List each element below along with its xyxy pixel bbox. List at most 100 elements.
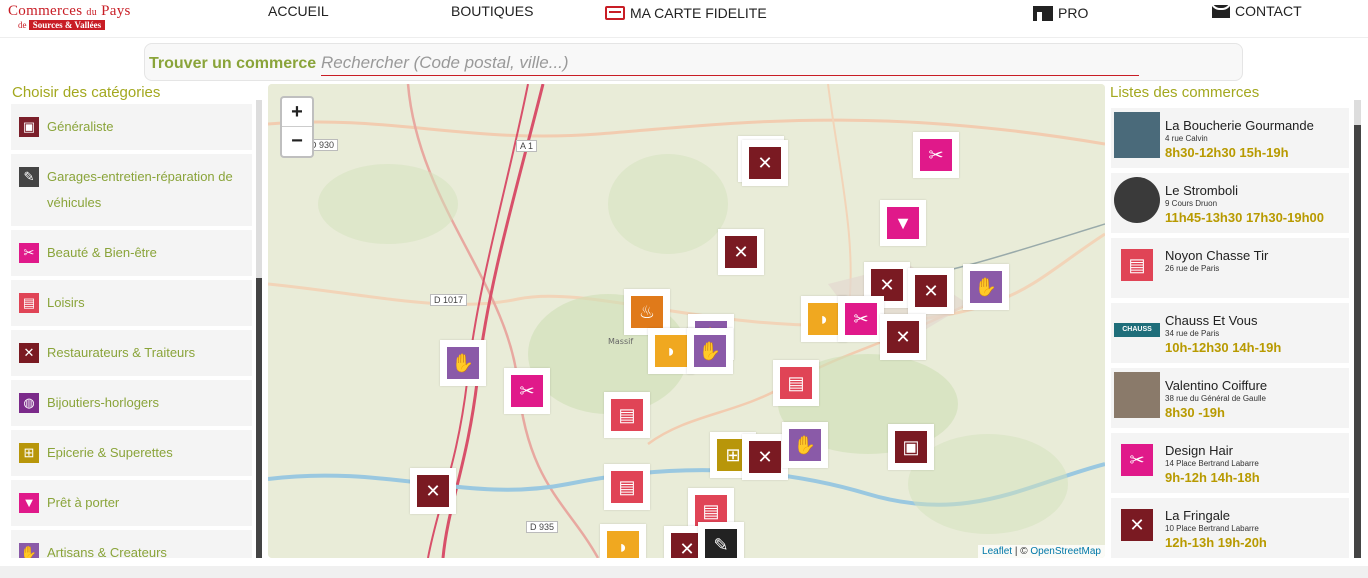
map-marker[interactable]: ✋ <box>963 264 1009 310</box>
map-marker[interactable]: ▤ <box>773 360 819 406</box>
nav-accueil[interactable]: ACCUEIL <box>268 3 329 19</box>
category-item[interactable]: ✋ Artisans & Createurs <box>11 530 252 558</box>
map-marker[interactable]: ▤ <box>604 464 650 510</box>
road-label-d1017: D 1017 <box>430 294 468 306</box>
bread-icon: ◗ <box>607 531 639 558</box>
scrollbar-thumb[interactable] <box>1354 100 1361 125</box>
osm-link[interactable]: OpenStreetMap <box>1030 546 1101 557</box>
hand-icon: ✋ <box>447 347 479 379</box>
cutlery-icon: ✕ <box>749 441 781 473</box>
shop-hours: 8h30 -19h <box>1165 405 1225 420</box>
cutlery-icon: ✕ <box>19 343 39 363</box>
wrench-icon: ✎ <box>19 167 39 187</box>
shop-item[interactable]: ✂ Design Hair 14 Place Bertrand Labarre 9h-… <box>1111 433 1349 493</box>
leaflet-link[interactable]: Leaflet <box>982 546 1012 557</box>
nav-boutiques[interactable]: BOUTIQUES <box>451 3 533 19</box>
zoom-out-button[interactable]: − <box>282 127 312 156</box>
category-list: ▣ Généraliste ✎ Garages-entretien-réparatio… <box>11 104 252 558</box>
shop-photo <box>1114 177 1160 223</box>
map-marker[interactable]: ✋ <box>440 340 486 386</box>
category-item[interactable]: ✕ Restaurateurs & Traiteurs <box>11 330 252 376</box>
map-marker[interactable]: ✕ <box>908 268 954 314</box>
logo-title: Commerces du Pays <box>8 3 131 19</box>
map-marker[interactable]: ▤ <box>604 392 650 438</box>
shop-item[interactable]: Le Stromboli 9 Cours Druon 11h45-13h30 17h… <box>1111 173 1349 233</box>
site-logo[interactable]: Commerces du Pays de Sources & Vallées <box>8 3 143 33</box>
shop-photo <box>1114 112 1160 158</box>
map-marker[interactable]: ✋ <box>782 422 828 468</box>
shop-item[interactable]: Valentino Coiffure 38 rue du Général de G… <box>1111 368 1349 428</box>
map[interactable]: Massif D 930 A 1 D 1017 D 935 + − ✎✕✂▼✕✕… <box>268 84 1105 558</box>
hand-icon: ✋ <box>694 335 726 367</box>
nav-contact[interactable]: CONTACT <box>1212 3 1302 19</box>
shop-scrollbar[interactable] <box>1354 100 1361 558</box>
shop-item[interactable]: CHAUSS Chauss Et Vous 34 rue de Paris 10h-1… <box>1111 303 1349 363</box>
shop-item[interactable]: La Boucherie Gourmande 4 rue Calvin 8h30-1… <box>1111 108 1349 168</box>
envelope-icon <box>1212 4 1230 18</box>
map-marker[interactable]: ✕ <box>742 140 788 186</box>
map-marker[interactable]: ✕ <box>880 314 926 360</box>
ticket-icon: ▤ <box>611 399 643 431</box>
category-item[interactable]: ⊞ Epicerie & Superettes <box>11 430 252 476</box>
shop-address: 26 rue de Paris <box>1165 264 1220 273</box>
shop-name: La Boucherie Gourmande <box>1165 118 1314 133</box>
scrollbar-thumb[interactable] <box>256 100 262 278</box>
shop-icon <box>1033 5 1053 21</box>
logo-subtitle: de Sources & Vallées <box>18 20 106 30</box>
beer-icon: ♨ <box>631 296 663 328</box>
map-marker[interactable]: ▣ <box>888 424 934 470</box>
map-marker[interactable]: ✋ <box>687 328 733 374</box>
scissors-icon: ✂ <box>845 303 877 335</box>
shop-name: Noyon Chasse Tir <box>1165 248 1269 263</box>
category-item[interactable]: ✂ Beauté & Bien-être <box>11 230 252 276</box>
nav-pro[interactable]: PRO <box>1033 5 1088 21</box>
hand-icon: ✋ <box>970 271 1002 303</box>
bread-icon: ◗ <box>808 303 840 335</box>
map-marker[interactable]: ✂ <box>504 368 550 414</box>
shop-item[interactable]: ✕ La Fringale 10 Place Bertrand Labarre 12h… <box>1111 498 1349 558</box>
nav-carte-fidelite[interactable]: MA CARTE FIDELITE <box>605 5 767 21</box>
map-marker[interactable]: ✂ <box>913 132 959 178</box>
map-marker[interactable]: ✎ <box>698 522 744 558</box>
store-icon: ▣ <box>895 431 927 463</box>
shop-hours: 12h-13h 19h-20h <box>1165 535 1267 550</box>
header: Commerces du Pays de Sources & Vallées A… <box>0 0 1368 38</box>
category-scrollbar[interactable] <box>256 100 262 558</box>
map-marker[interactable]: ◗ <box>600 524 646 558</box>
map-marker[interactable]: ▼ <box>880 200 926 246</box>
ring-icon: ◍ <box>19 393 39 413</box>
ticket-icon: ▤ <box>780 367 812 399</box>
shop-item[interactable]: ▤ Noyon Chasse Tir 26 rue de Paris <box>1111 238 1349 298</box>
scissors-icon: ✂ <box>1114 437 1160 483</box>
search-input[interactable] <box>321 50 1139 76</box>
map-marker[interactable]: ✕ <box>410 468 456 514</box>
category-item[interactable]: ▣ Généraliste <box>11 104 252 150</box>
shop-name: Valentino Coiffure <box>1165 378 1268 393</box>
categories-title: Choisir des catégories <box>12 84 161 101</box>
category-label: Beauté & Bien-être <box>47 245 157 260</box>
cutlery-icon: ✕ <box>1114 502 1160 548</box>
shop-address: 38 rue du Général de Gaulle <box>1165 394 1266 403</box>
shop-address: 34 rue de Paris <box>1165 329 1220 338</box>
category-item[interactable]: ▤ Loisirs <box>11 280 252 326</box>
map-attribution: Leaflet | © OpenStreetMap <box>978 545 1105 558</box>
shop-address: 10 Place Bertrand Labarre <box>1165 524 1259 533</box>
category-item[interactable]: ▼ Prêt à porter <box>11 480 252 526</box>
category-item[interactable]: ✎ Garages-entretien-réparation de véhicul… <box>11 154 252 226</box>
category-label: Prêt à porter <box>47 495 120 510</box>
category-label: Généraliste <box>47 119 114 134</box>
category-label: Loisirs <box>47 295 85 310</box>
place-label: Massif <box>608 337 633 346</box>
zoom-in-button[interactable]: + <box>282 98 312 127</box>
category-label: Epicerie & Superettes <box>47 445 173 460</box>
cutlery-icon: ✕ <box>915 275 947 307</box>
shop-hours: 11h45-13h30 17h30-19h00 <box>1165 210 1324 225</box>
category-item[interactable]: ◍ Bijoutiers-horlogers <box>11 380 252 426</box>
shop-photo <box>1114 372 1160 418</box>
shop-address: 9 Cours Druon <box>1165 199 1218 208</box>
map-marker[interactable]: ✕ <box>718 229 764 275</box>
shop-address: 4 rue Calvin <box>1165 134 1208 143</box>
map-marker[interactable]: ✂ <box>838 296 884 342</box>
footer <box>0 566 1368 578</box>
tshirt-icon: ▼ <box>887 207 919 239</box>
